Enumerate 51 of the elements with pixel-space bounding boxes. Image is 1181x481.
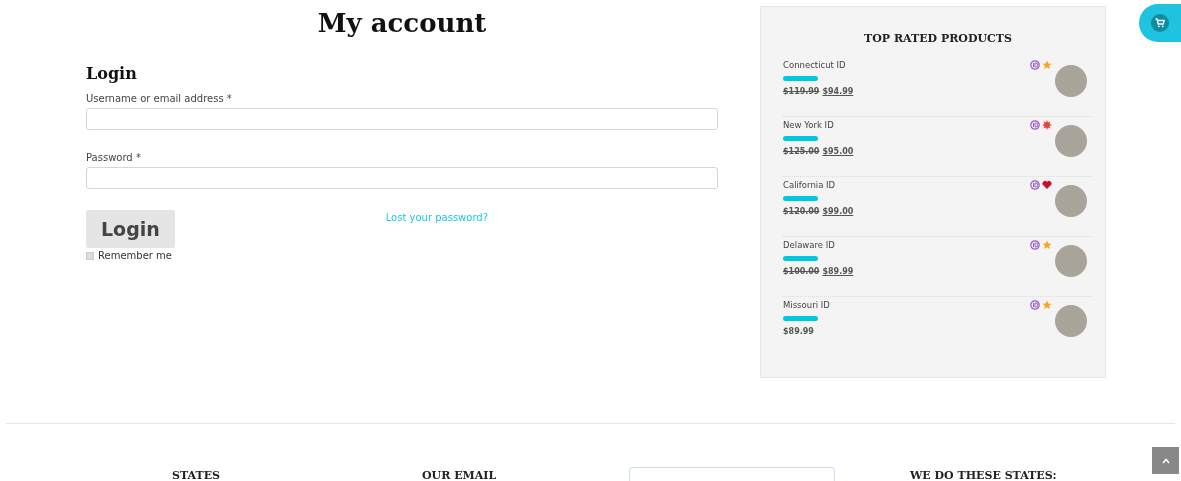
page-title: My account [317, 8, 487, 38]
price: $94.99 [822, 87, 854, 96]
back-to-top-button[interactable] [1152, 447, 1179, 474]
rating-bar [783, 136, 818, 141]
photo-placeholder [1055, 125, 1087, 157]
id-icon [1030, 60, 1040, 70]
login-button[interactable]: Login [86, 210, 175, 248]
old-price: $100.00 [783, 267, 820, 276]
footer-heading: STATES [172, 469, 220, 481]
field-label: Username or email address * [86, 93, 232, 104]
product-name[interactable]: Connecticut ID [783, 60, 846, 70]
id-icon [1030, 180, 1040, 190]
star-icon [1042, 60, 1052, 70]
id-icon [1030, 240, 1040, 250]
id-icon [1030, 120, 1040, 130]
old-price: $125.00 [783, 147, 820, 156]
star-icon [1042, 240, 1052, 250]
rating-bar [783, 316, 818, 321]
username-field[interactable] [86, 108, 718, 130]
price: $89.99 [783, 327, 814, 336]
footer-heading: OUR EMAIL [422, 469, 497, 481]
product-name[interactable]: Missouri ID [783, 300, 830, 310]
price: $99.00 [822, 207, 854, 216]
footer-heading: WE DO THESE STATES: [910, 469, 1057, 481]
caret-icon [1161, 457, 1170, 464]
rating-bar [783, 256, 818, 261]
old-price: $119.99 [783, 87, 820, 96]
password-field[interactable] [86, 167, 718, 189]
rating-bar [783, 76, 818, 81]
widget-title: TOP RATED PRODUCTS [863, 32, 1013, 45]
photo-placeholder [1055, 65, 1087, 97]
remember-label: Remember me [98, 250, 172, 261]
photo-placeholder [1055, 245, 1087, 277]
burst-icon [1042, 120, 1052, 130]
price: $95.00 [822, 147, 854, 156]
star-icon [1042, 300, 1052, 310]
id-icon [1030, 300, 1040, 310]
product-name[interactable]: Delaware ID [783, 240, 835, 250]
cart-icon [1151, 14, 1169, 32]
cart-button[interactable] [1139, 4, 1181, 42]
product-name[interactable]: New York ID [783, 120, 834, 130]
product-name[interactable]: California ID [783, 180, 836, 190]
rating-bar [783, 196, 818, 201]
remember-checkbox[interactable] [86, 251, 94, 260]
photo-placeholder [1055, 305, 1087, 337]
heart-icon [1042, 180, 1052, 190]
price: $89.99 [822, 267, 854, 276]
old-price: $120.00 [783, 207, 820, 216]
login-heading: Login [86, 64, 137, 83]
photo-placeholder [1055, 185, 1087, 217]
field-label: Password * [86, 152, 141, 163]
